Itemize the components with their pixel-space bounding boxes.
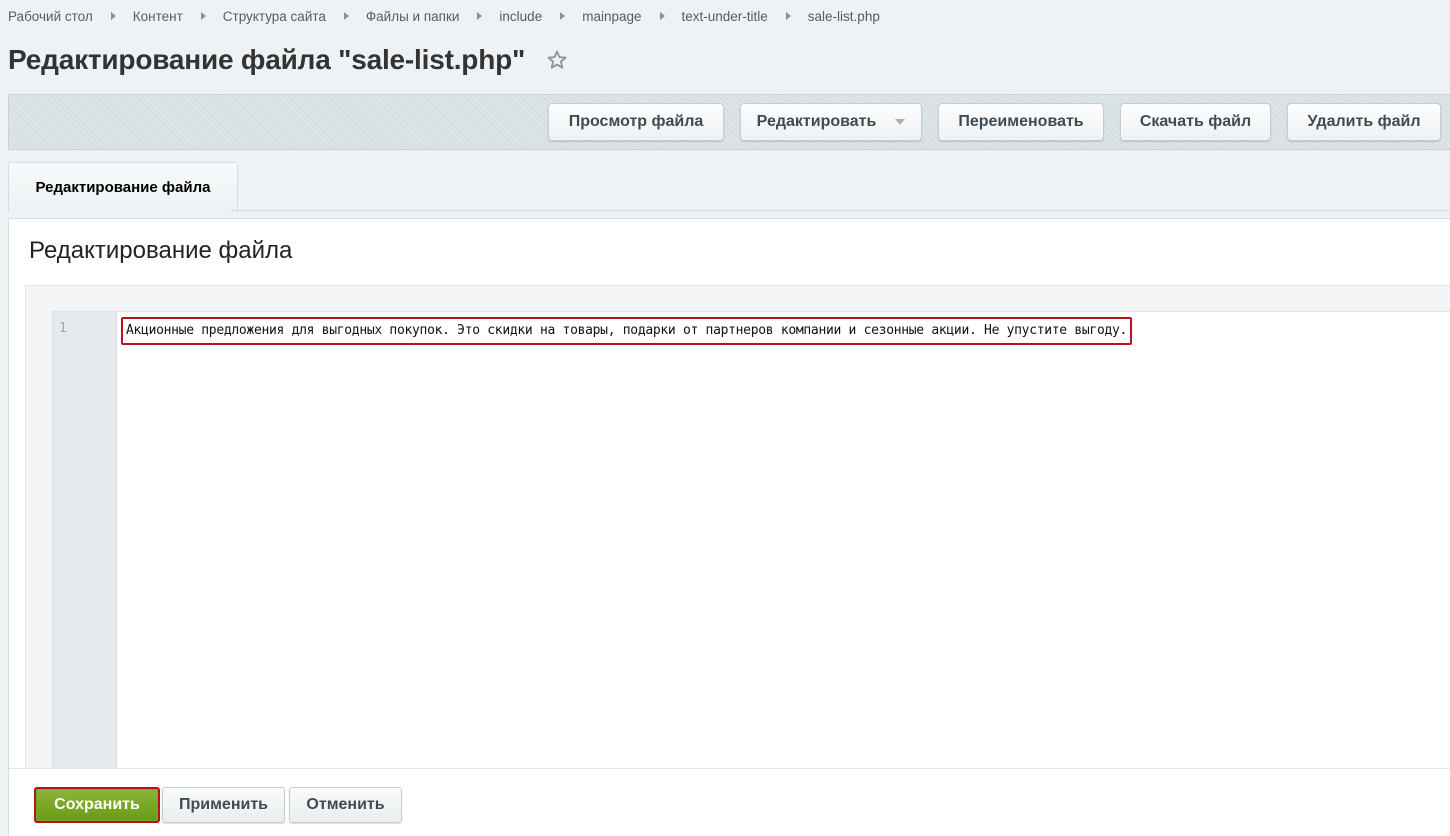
chevron-right-icon xyxy=(560,12,566,20)
caret-down-icon xyxy=(895,119,906,125)
line-number: 1 xyxy=(59,321,67,336)
breadcrumb-item-include[interactable]: include xyxy=(499,9,542,24)
chevron-right-icon xyxy=(200,12,206,20)
chevron-right-icon xyxy=(343,12,349,20)
rename-button[interactable]: Переименовать xyxy=(938,103,1104,141)
chevron-right-icon xyxy=(659,12,665,20)
breadcrumb-item-current: sale-list.php xyxy=(807,8,880,24)
cancel-button[interactable]: Отменить xyxy=(289,787,402,823)
apply-button[interactable]: Применить xyxy=(162,787,285,823)
tab-edit-file[interactable]: Редактирование файла xyxy=(8,162,238,212)
tab-divider xyxy=(230,210,1450,211)
edit-button-label: Редактировать xyxy=(756,113,877,130)
line-number-gutter: 1 xyxy=(53,312,117,770)
star-icon[interactable] xyxy=(545,48,569,72)
breadcrumb-item-content[interactable]: Контент xyxy=(133,9,183,24)
page-header: Редактирование файла "sale-list.php" xyxy=(8,40,569,80)
chevron-right-icon xyxy=(110,12,116,20)
code-line-highlighted[interactable]: Акционные предложения для выгодных покуп… xyxy=(121,317,1133,345)
edit-panel: Редактирование файла 1 Акционные предлож… xyxy=(8,218,1450,836)
breadcrumb-item-mainpage[interactable]: mainpage xyxy=(582,9,641,24)
edit-dropdown-button[interactable]: Редактировать xyxy=(740,103,922,141)
breadcrumb-item-text-under-title[interactable]: text-under-title xyxy=(682,9,768,24)
save-button[interactable]: Сохранить xyxy=(34,787,160,823)
download-file-button[interactable]: Скачать файл xyxy=(1120,103,1271,141)
chevron-right-icon xyxy=(785,12,791,20)
form-footer: Сохранить Применить Отменить xyxy=(9,768,1450,836)
breadcrumb-item-site-structure[interactable]: Структура сайта xyxy=(223,9,326,24)
breadcrumb: Рабочий стол Контент Структура сайта Фай… xyxy=(8,7,880,25)
delete-file-button[interactable]: Удалить файл xyxy=(1287,103,1441,141)
tab-strip: Редактирование файла xyxy=(8,162,1450,212)
breadcrumb-item-desktop[interactable]: Рабочий стол xyxy=(8,9,93,24)
view-file-button[interactable]: Просмотр файла xyxy=(548,103,724,141)
section-title: Редактирование файла xyxy=(29,237,293,264)
page-title: Редактирование файла "sale-list.php" xyxy=(8,44,526,75)
file-toolbar: Просмотр файла Редактировать Переименова… xyxy=(8,94,1450,150)
breadcrumb-item-files-folders[interactable]: Файлы и папки xyxy=(366,9,460,24)
code-editor[interactable]: 1 Акционные предложения для выгодных пок… xyxy=(52,311,1450,770)
chevron-right-icon xyxy=(477,12,483,20)
editor-container: 1 Акционные предложения для выгодных пок… xyxy=(25,285,1450,770)
